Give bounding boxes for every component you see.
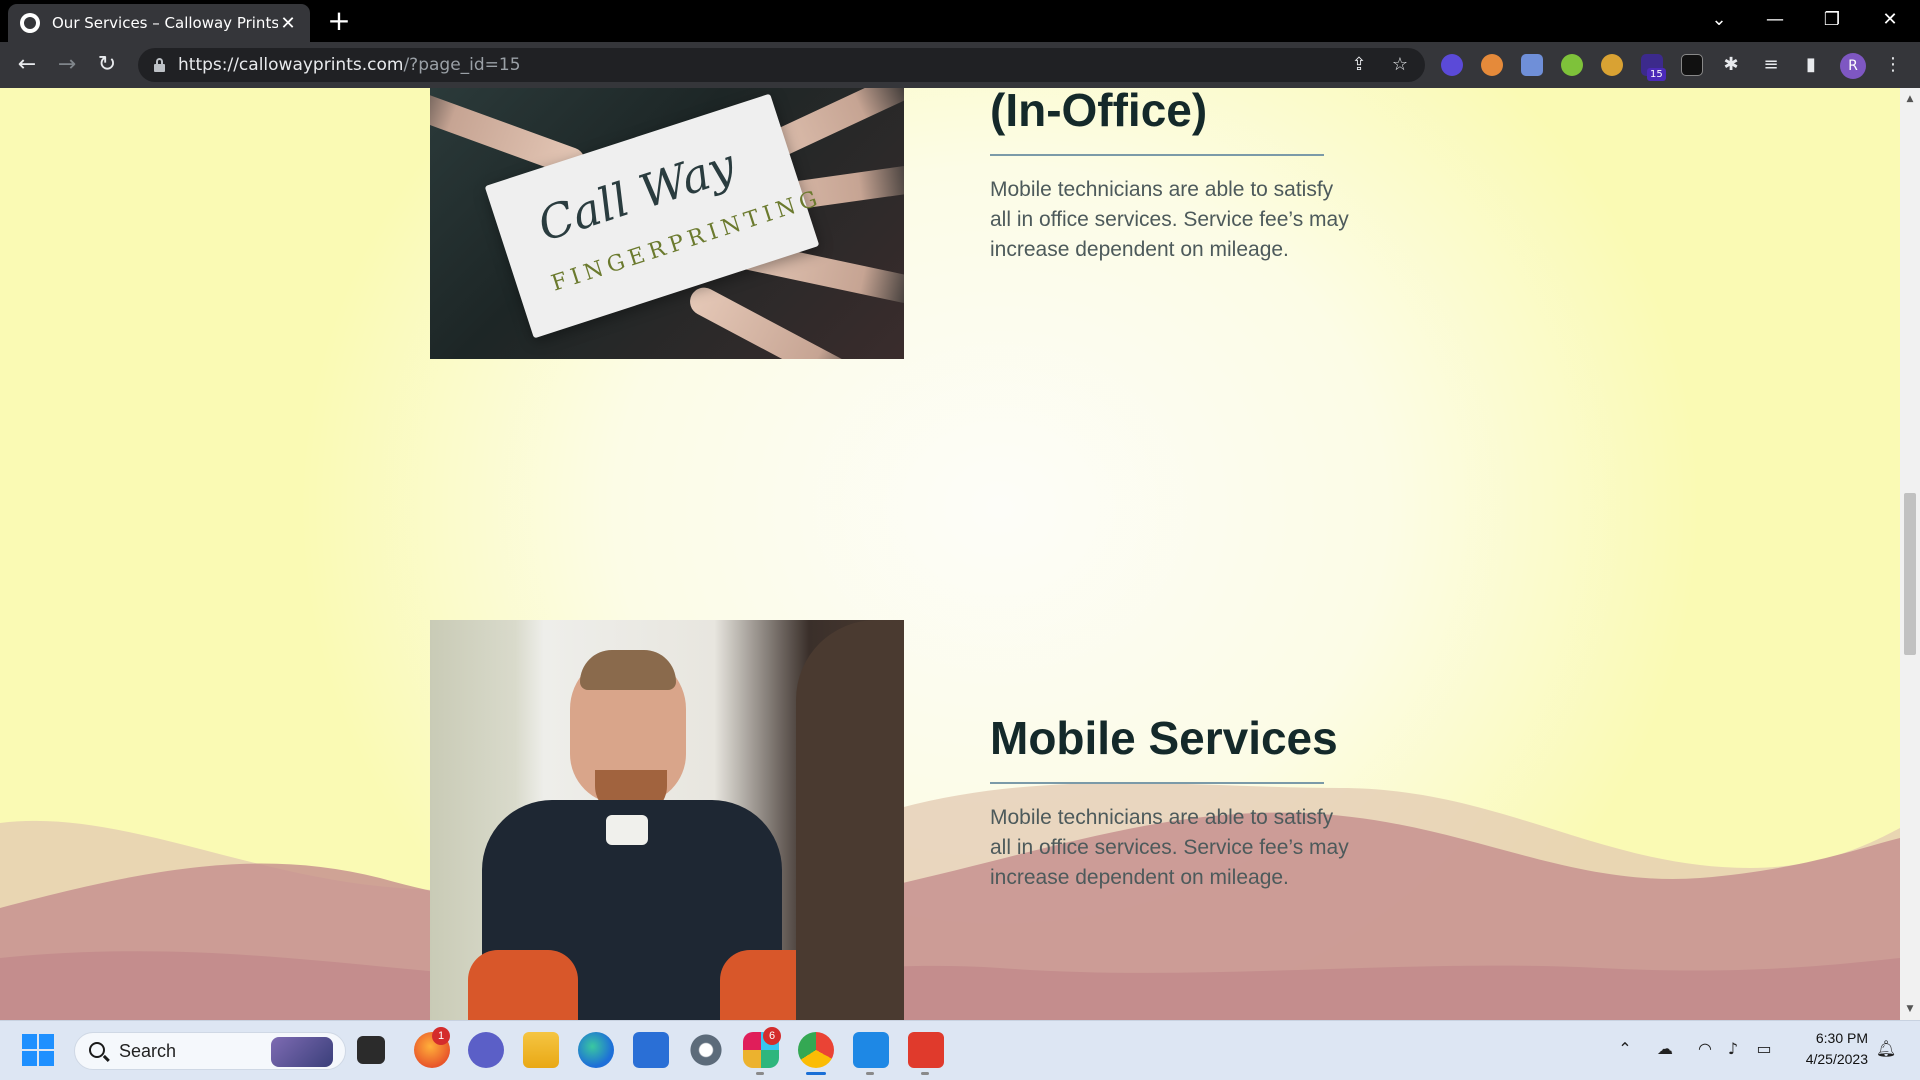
show-hidden-icons-chevron[interactable]: ⌃ — [1614, 1039, 1636, 1058]
extension-1-icon[interactable] — [1441, 54, 1463, 76]
decorative-waves — [0, 783, 1900, 1020]
vscode-running-indicator — [866, 1072, 874, 1075]
notification-bell-icon[interactable]: 🔔︎ — [1875, 1039, 1897, 1058]
windows-start-icon[interactable] — [22, 1034, 54, 1066]
business-card: Call Way FINGERPRINTING — [484, 93, 825, 339]
section-title-in-office: (In-Office) — [990, 88, 1208, 136]
section-description-in-office: Mobile technicians are able to satisfy a… — [990, 178, 1349, 261]
battery-icon[interactable]: ▭ — [1753, 1039, 1775, 1058]
chrome-menu-icon[interactable]: ⋮ — [1880, 52, 1906, 78]
profile-avatar[interactable]: R — [1840, 53, 1866, 79]
scroll-down-arrow[interactable]: ▼ — [1900, 1000, 1920, 1018]
new-tab-button[interactable]: + — [324, 6, 354, 36]
media-controls-icon[interactable]: ≡ — [1758, 52, 1784, 78]
tab-strip: Our Services – Calloway Prints ✕ + ⌄ — ❐… — [0, 0, 1920, 42]
tab-close-button[interactable]: ✕ — [278, 13, 298, 34]
globe-icon — [20, 13, 40, 33]
extension-2-icon[interactable] — [1481, 54, 1503, 76]
red-app-icon[interactable] — [908, 1032, 944, 1068]
url-path: /?page_id=15 — [403, 55, 521, 75]
lock-icon[interactable] — [154, 58, 165, 72]
settings-gear-icon[interactable] — [688, 1032, 724, 1068]
browser-toolbar: ← → ↻ https://callowayprints.com/?page_i… — [0, 42, 1920, 88]
browser-tab-active[interactable]: Our Services – Calloway Prints ✕ — [8, 4, 310, 42]
url-text[interactable]: https://callowayprints.com/?page_id=15 — [178, 55, 521, 75]
slack-running-indicator — [756, 1072, 764, 1075]
firefox-badge: 1 — [432, 1027, 450, 1045]
chrome-icon[interactable] — [798, 1032, 834, 1068]
file-explorer-icon[interactable] — [523, 1032, 559, 1068]
reload-button[interactable]: ↻ — [92, 50, 122, 80]
page-viewport: Call Way FINGERPRINTING (In-Office) Mobi… — [0, 88, 1920, 1020]
slack-badge: 6 — [763, 1027, 781, 1045]
tab-title: Our Services – Calloway Prints — [52, 14, 278, 32]
back-button[interactable]: ← — [12, 50, 42, 80]
wifi-icon[interactable]: ◠ — [1694, 1039, 1716, 1058]
address-bar[interactable]: https://callowayprints.com/?page_id=15 ⇪… — [138, 48, 1425, 82]
bookmark-star-icon[interactable]: ☆ — [1389, 54, 1411, 76]
clock-date[interactable]: 4/25/2023 — [1784, 1051, 1868, 1067]
teams-icon[interactable] — [468, 1032, 504, 1068]
forward-button[interactable]: → — [52, 50, 82, 80]
section-description-mobile-services: Mobile technicians are able to satisfy a… — [990, 806, 1349, 889]
section-divider — [990, 154, 1324, 156]
search-icon — [89, 1042, 105, 1058]
microsoft-store-icon[interactable] — [633, 1032, 669, 1068]
extension-5-icon[interactable] — [1601, 54, 1623, 76]
chrome-active-indicator — [806, 1072, 826, 1075]
foreground-head — [796, 620, 904, 1020]
volume-icon[interactable]: ♪ — [1722, 1039, 1744, 1058]
url-host: https://callowayprints.com — [178, 55, 404, 75]
taskbar-search-box[interactable]: Search — [74, 1032, 346, 1070]
windows-taskbar: Search 1 6 ⌃ ☁ ◠ ♪ ▭ 6:30 PM 4/25/2023 🔔… — [0, 1020, 1920, 1080]
side-panel-icon[interactable]: ▮ — [1798, 52, 1824, 78]
minimize-button[interactable]: — — [1753, 2, 1797, 38]
extension-3-icon[interactable] — [1521, 54, 1543, 76]
close-window-button[interactable]: ✕ — [1868, 2, 1912, 38]
section-title-mobile-services: Mobile Services — [990, 712, 1338, 764]
task-view-icon[interactable] — [357, 1036, 385, 1064]
taskbar-search-label: Search — [119, 1041, 177, 1061]
clock-time[interactable]: 6:30 PM — [1784, 1030, 1868, 1046]
scroll-up-arrow[interactable]: ▲ — [1900, 90, 1920, 108]
extension-frog-icon[interactable] — [1561, 54, 1583, 76]
section-divider — [990, 782, 1324, 784]
fingerprint-card-image: Call Way FINGERPRINTING — [430, 88, 904, 359]
extension-7-icon[interactable] — [1681, 54, 1703, 76]
edge-icon[interactable] — [578, 1032, 614, 1068]
extension-badge: 15 — [1647, 68, 1666, 81]
scrollbar-thumb[interactable] — [1904, 493, 1916, 655]
restore-button[interactable]: ❐ — [1810, 2, 1854, 38]
vscode-icon[interactable] — [853, 1032, 889, 1068]
search-highlight-image — [271, 1037, 333, 1067]
share-icon[interactable]: ⇪ — [1348, 54, 1370, 76]
onedrive-cloud-icon[interactable]: ☁ — [1654, 1039, 1676, 1058]
extensions-puzzle-icon[interactable]: ✱ — [1718, 52, 1744, 78]
red-app-running-indicator — [921, 1072, 929, 1075]
tab-search-button[interactable]: ⌄ — [1697, 2, 1741, 38]
mobile-technician-photo — [430, 620, 904, 1020]
